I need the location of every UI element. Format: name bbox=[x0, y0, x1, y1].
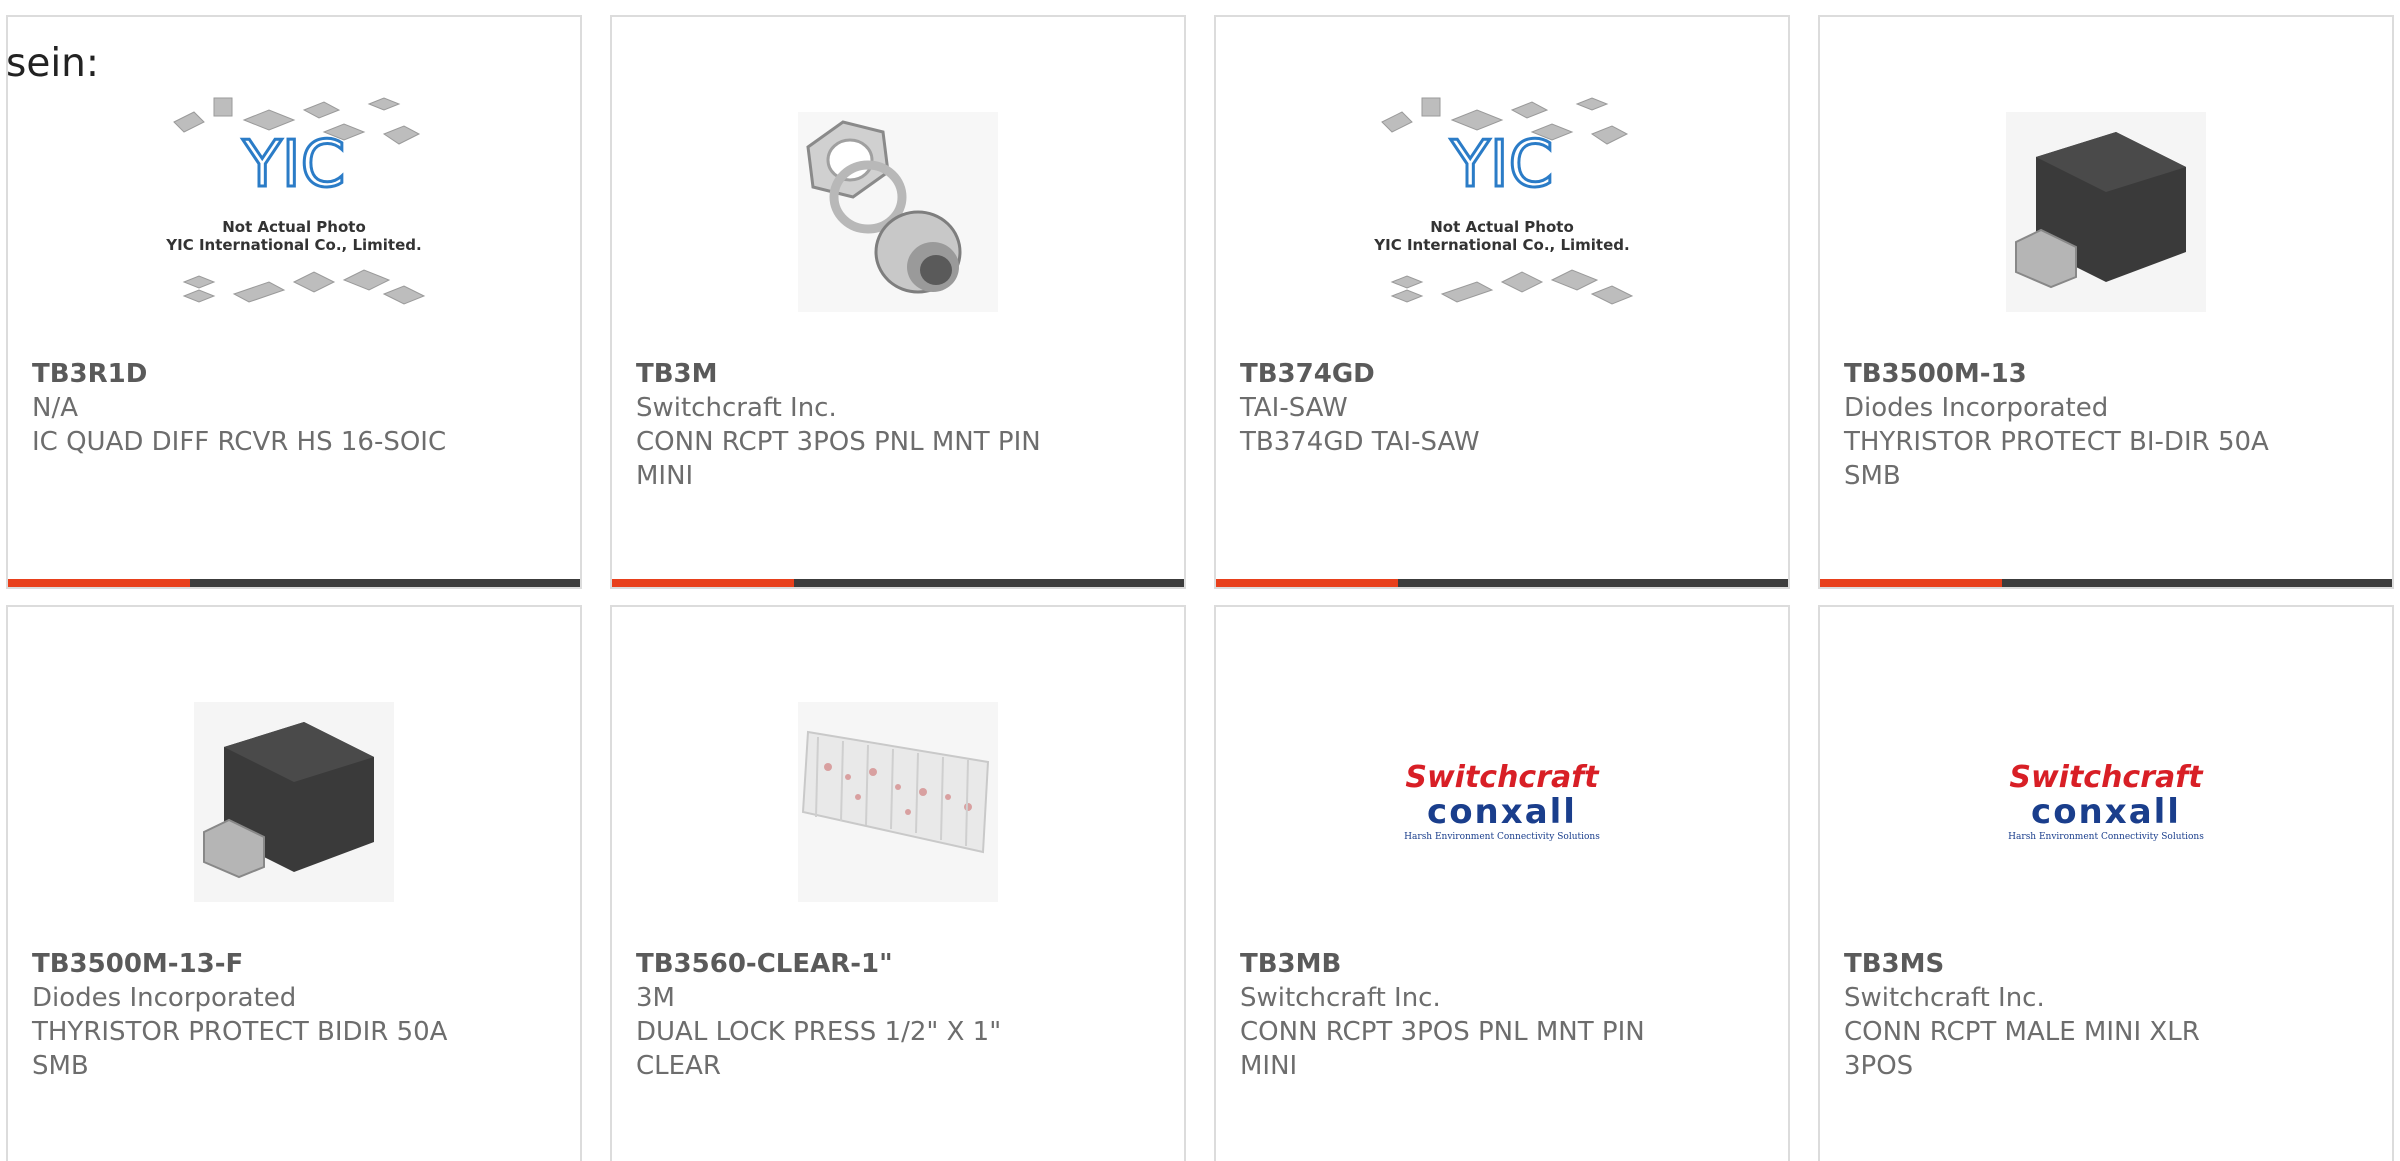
switchcraft-logo-image: Switchcraft conxall Harsh Environment Co… bbox=[2008, 759, 2204, 842]
svg-text:YIC International Co., Limited: YIC International Co., Limited. bbox=[165, 236, 421, 254]
smb-package-image bbox=[194, 702, 394, 902]
product-card[interactable]: YIC Not Actual Photo YIC International C… bbox=[6, 15, 582, 589]
product-description: THYRISTOR PROTECT BI-DIR 50A SMB bbox=[1844, 427, 2269, 491]
part-number[interactable]: TB3R1D bbox=[32, 357, 460, 391]
product-info: TB3500M-13 Diodes Incorporated THYRISTOR… bbox=[1844, 357, 2272, 493]
manufacturer: Switchcraft Inc. bbox=[636, 393, 837, 423]
manufacturer: 3M bbox=[636, 983, 675, 1013]
part-number[interactable]: TB3MB bbox=[1240, 947, 1668, 981]
product-card[interactable]: TB3500M-13 Diodes Incorporated THYRISTOR… bbox=[1818, 15, 2394, 589]
product-info: TB3R1D N/A IC QUAD DIFF RCVR HS 16-SOIC bbox=[32, 357, 460, 459]
part-number[interactable]: TB374GD bbox=[1240, 357, 1668, 391]
product-info: TB3560-CLEAR-1" 3M DUAL LOCK PRESS 1/2" … bbox=[636, 947, 1064, 1083]
yic-placeholder-image: YIC Not Actual Photo YIC International C… bbox=[165, 97, 426, 305]
card-accent-bar bbox=[612, 579, 1184, 587]
svg-text:YIC: YIC bbox=[1450, 128, 1554, 202]
product-image[interactable]: YIC Not Actual Photo YIC International C… bbox=[1216, 67, 1788, 357]
product-info: TB3MS Switchcraft Inc. CONN RCPT MALE MI… bbox=[1844, 947, 2272, 1083]
product-image[interactable] bbox=[612, 67, 1184, 357]
part-number[interactable]: TB3MS bbox=[1844, 947, 2272, 981]
svg-text:Not Actual Photo: Not Actual Photo bbox=[1430, 218, 1574, 236]
product-description: CONN RCPT MALE MINI XLR 3POS bbox=[1844, 1017, 2200, 1081]
smb-package-image bbox=[2006, 112, 2206, 312]
product-info: TB374GD TAI-SAW TB374GD TAI-SAW bbox=[1240, 357, 1668, 459]
svg-text:YIC International Co., Limited: YIC International Co., Limited. bbox=[1373, 236, 1629, 254]
manufacturer: Diodes Incorporated bbox=[32, 983, 297, 1013]
product-description: DUAL LOCK PRESS 1/2" X 1" CLEAR bbox=[636, 1017, 1002, 1081]
card-accent-bar bbox=[8, 579, 580, 587]
product-image[interactable] bbox=[1820, 67, 2392, 357]
product-card[interactable]: Switchcraft conxall Harsh Environment Co… bbox=[1214, 605, 1790, 1161]
product-card[interactable]: TB3560-CLEAR-1" 3M DUAL LOCK PRESS 1/2" … bbox=[610, 605, 1186, 1161]
product-info: TB3500M-13-F Diodes Incorporated THYRIST… bbox=[32, 947, 460, 1083]
product-image[interactable] bbox=[612, 657, 1184, 947]
section-heading: sein: bbox=[6, 41, 100, 86]
manufacturer: N/A bbox=[32, 393, 78, 423]
manufacturer: Switchcraft Inc. bbox=[1240, 983, 1441, 1013]
product-description: IC QUAD DIFF RCVR HS 16-SOIC bbox=[32, 427, 447, 457]
manufacturer: Switchcraft Inc. bbox=[1844, 983, 2045, 1013]
product-description: CONN RCPT 3POS PNL MNT PIN MINI bbox=[636, 427, 1041, 491]
manufacturer: TAI-SAW bbox=[1240, 393, 1348, 423]
product-card[interactable]: TB3M Switchcraft Inc. CONN RCPT 3POS PNL… bbox=[610, 15, 1186, 589]
switchcraft-logo-image: Switchcraft conxall Harsh Environment Co… bbox=[1404, 759, 1600, 842]
product-grid-page: sein: YIC Not Actual Photo YIC Internati… bbox=[0, 0, 2400, 1161]
svg-text:YIC: YIC bbox=[242, 128, 346, 202]
part-number[interactable]: TB3560-CLEAR-1" bbox=[636, 947, 1064, 981]
manufacturer: Diodes Incorporated bbox=[1844, 393, 2109, 423]
part-number[interactable]: TB3500M-13-F bbox=[32, 947, 460, 981]
part-number[interactable]: TB3M bbox=[636, 357, 1064, 391]
product-image[interactable]: Switchcraft conxall Harsh Environment Co… bbox=[1820, 657, 2392, 947]
product-image[interactable]: Switchcraft conxall Harsh Environment Co… bbox=[1216, 657, 1788, 947]
product-card[interactable]: TB3500M-13-F Diodes Incorporated THYRIST… bbox=[6, 605, 582, 1161]
card-accent-bar bbox=[1820, 579, 2392, 587]
yic-placeholder-image: YIC Not Actual Photo YIC International C… bbox=[1373, 97, 1634, 305]
svg-text:Not Actual Photo: Not Actual Photo bbox=[222, 218, 366, 236]
part-number[interactable]: TB3500M-13 bbox=[1844, 357, 2272, 391]
product-image[interactable] bbox=[8, 657, 580, 947]
product-description: TB374GD TAI-SAW bbox=[1240, 427, 1480, 457]
product-card[interactable]: YIC Not Actual Photo YIC International C… bbox=[1214, 15, 1790, 589]
product-image[interactable]: YIC Not Actual Photo YIC International C… bbox=[8, 67, 580, 357]
panel-connector-image bbox=[798, 112, 998, 312]
product-info: TB3M Switchcraft Inc. CONN RCPT 3POS PNL… bbox=[636, 357, 1064, 493]
card-accent-bar bbox=[1216, 579, 1788, 587]
product-info: TB3MB Switchcraft Inc. CONN RCPT 3POS PN… bbox=[1240, 947, 1668, 1083]
product-card[interactable]: Switchcraft conxall Harsh Environment Co… bbox=[1818, 605, 2394, 1161]
product-description: THYRISTOR PROTECT BIDIR 50A SMB bbox=[32, 1017, 448, 1081]
dual-lock-strip-image bbox=[798, 702, 998, 902]
product-description: CONN RCPT 3POS PNL MNT PIN MINI bbox=[1240, 1017, 1645, 1081]
